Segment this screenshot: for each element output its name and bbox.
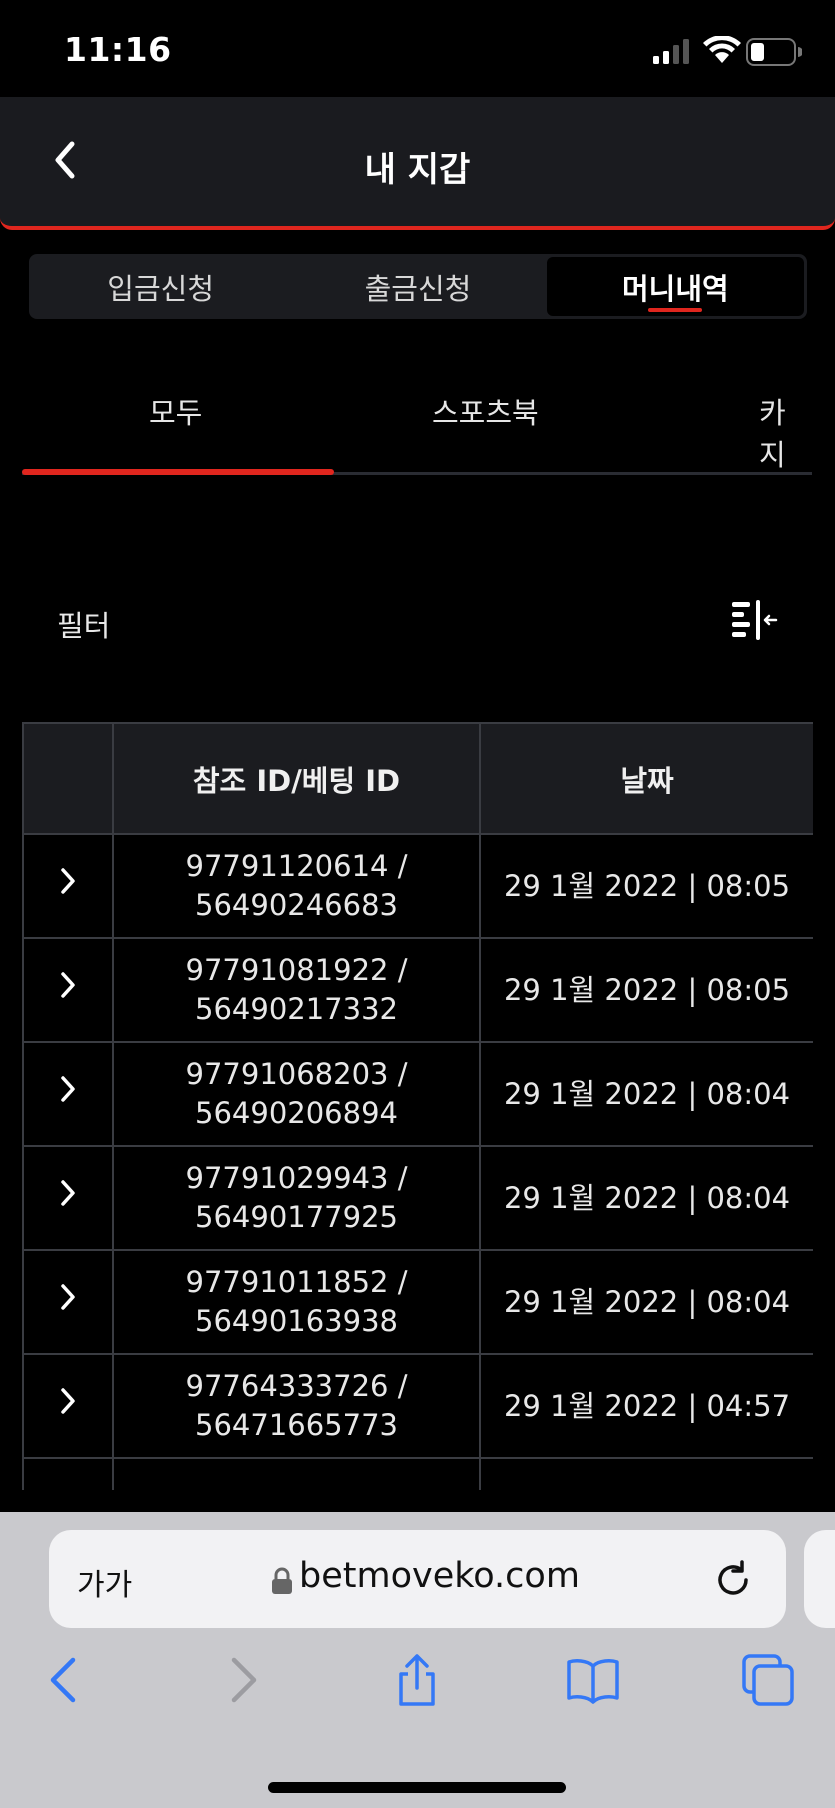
text-size-button[interactable]: 가가 (77, 1560, 132, 1604)
ref-id: 97791081922 / (185, 953, 408, 987)
cellular-signal-icon (653, 39, 689, 64)
tab-casino[interactable]: 카지 (759, 390, 812, 474)
expand-row-button[interactable] (22, 1353, 114, 1459)
category-tabs: 모두 스포츠북 카지 (22, 360, 812, 475)
table-row[interactable]: 97791081922 / 56490217332 29 1월 2022 | 08:… (22, 937, 813, 1043)
ref-id: 97791029943 / (185, 1161, 408, 1195)
bet-id: 56490163938 (195, 1304, 398, 1338)
ref-id: 97791068203 / (185, 1057, 408, 1091)
ref-bet-id-cell: 97791029943 / 56490177925 (112, 1145, 481, 1251)
expand-row-button[interactable] (22, 1041, 114, 1147)
chevron-right-icon (61, 972, 75, 998)
header-date: 날짜 (479, 722, 813, 835)
header-expand (22, 722, 114, 835)
ref-bet-id-cell: 97791011852 / 56490163938 (112, 1249, 481, 1355)
table-row[interactable]: 97791120614 / 56490246683 29 1월 2022 | 08:… (22, 833, 813, 939)
bet-id: 56490206894 (195, 1096, 398, 1130)
tab-all[interactable]: 모두 (149, 390, 202, 432)
chevron-right-icon (61, 1180, 75, 1206)
table-row[interactable]: 97764333726 / 56471665773 29 1월 2022 | 04:… (22, 1353, 813, 1459)
ref-id: 97791120614 / (185, 849, 408, 883)
table-row[interactable]: 97791068203 / 56490206894 29 1월 2022 | 08:… (22, 1041, 813, 1147)
address-bar[interactable]: 가가 betmoveko.com (49, 1530, 786, 1628)
chevron-right-icon (61, 1284, 75, 1310)
chevron-right-icon (61, 1076, 75, 1102)
home-indicator (268, 1782, 566, 1793)
url-text: betmoveko.com (299, 1556, 580, 1596)
date-cell: 29 1월 2022 | 08:05 (479, 937, 813, 1043)
header-ref-bet-id: 참조 ID/베팅 ID (112, 722, 481, 835)
bookmarks-icon[interactable] (565, 1652, 621, 1708)
bet-id: 56490246683 (195, 888, 398, 922)
browser-back-icon[interactable] (37, 1652, 93, 1708)
tab-withdraw-request[interactable]: 출금신청 (289, 257, 546, 316)
lock-icon (272, 1567, 292, 1594)
wallet-tabs: 입금신청 출금신청 머니내역 (29, 254, 807, 319)
page-title: 내 지갑 (364, 150, 471, 190)
filter-label: 필터 (57, 609, 111, 643)
wallet-header: 내 지갑 (0, 97, 835, 230)
bet-id: 56490217332 (195, 992, 398, 1026)
history-table: 참조 ID/베팅 ID 날짜 97791120614 / 56490246683 2… (22, 722, 813, 1490)
date-cell: 29 1월 2022 | 08:05 (479, 833, 813, 939)
status-time: 11:16 (64, 30, 172, 69)
reload-icon[interactable] (713, 1560, 753, 1600)
ref-bet-id-cell: 97764269818 / (112, 1457, 481, 1490)
browser-forward-icon[interactable] (214, 1652, 270, 1708)
browser-toolbar: 가가 betmoveko.com (0, 1512, 835, 1808)
expand-row-button[interactable] (22, 937, 114, 1043)
bet-id: 56471665773 (195, 1408, 398, 1442)
date-cell: 29 1월 2022 | 08:04 (479, 1145, 813, 1251)
date-cell: 29 1월 2022 | 08:04 (479, 1041, 813, 1147)
date-cell: 29 1월 2022 | 04:57 (479, 1353, 813, 1459)
tab-sportsbook[interactable]: 스포츠북 (432, 390, 539, 432)
battery-icon (746, 38, 802, 66)
expand-row-button[interactable] (22, 833, 114, 939)
status-bar: 11:16 (0, 0, 835, 97)
ref-bet-id-cell: 97791081922 / 56490217332 (112, 937, 481, 1043)
ref-id: 97764333726 / (185, 1369, 408, 1403)
bet-id: 56490177925 (195, 1200, 398, 1234)
table-row[interactable]: 97791029943 / 56490177925 29 1월 2022 | 08:… (22, 1145, 813, 1251)
chevron-right-icon (61, 868, 75, 894)
table-row[interactable]: 97764269818 / (22, 1457, 813, 1490)
date-cell (479, 1457, 813, 1490)
date-cell: 29 1월 2022 | 08:04 (479, 1249, 813, 1355)
wifi-icon (703, 36, 741, 63)
next-tab-preview[interactable] (804, 1530, 835, 1628)
expand-row-button[interactable] (22, 1249, 114, 1355)
ref-id: 97791011852 / (185, 1265, 408, 1299)
table-row[interactable]: 97791011852 / 56490163938 29 1월 2022 | 08:… (22, 1249, 813, 1355)
tab-deposit-request[interactable]: 입금신청 (32, 257, 289, 316)
tabs-icon[interactable] (740, 1652, 796, 1708)
expand-row-button[interactable] (22, 1457, 114, 1490)
ref-bet-id-cell: 97791120614 / 56490246683 (112, 833, 481, 939)
ref-bet-id-cell: 97764333726 / 56471665773 (112, 1353, 481, 1459)
expand-row-button[interactable] (22, 1145, 114, 1251)
tab-money-history[interactable]: 머니내역 (546, 257, 804, 316)
active-tab-indicator (22, 469, 334, 475)
share-icon[interactable] (389, 1652, 445, 1708)
ref-bet-id-cell: 97791068203 / 56490206894 (112, 1041, 481, 1147)
chevron-right-icon (61, 1388, 75, 1414)
table-header-row: 참조 ID/베팅 ID 날짜 (22, 722, 813, 835)
filter-icon[interactable] (728, 598, 780, 642)
